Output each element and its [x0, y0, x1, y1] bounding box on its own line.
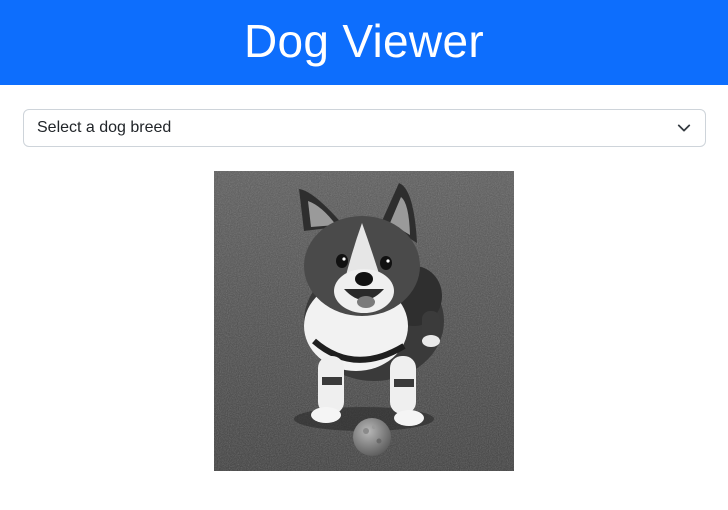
dog-image — [214, 171, 514, 471]
chevron-down-icon — [677, 121, 691, 135]
page-title: Dog Viewer — [244, 14, 484, 67]
breed-select-value: Select a dog breed — [37, 119, 172, 136]
app-header: Dog Viewer — [0, 0, 728, 85]
breed-select[interactable]: Select a dog breed — [23, 109, 706, 147]
